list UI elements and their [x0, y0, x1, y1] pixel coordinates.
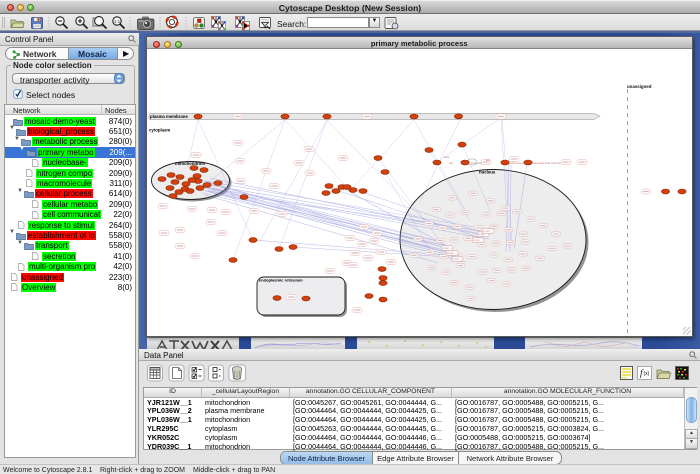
svg-text:xx xxx: xx xxx [473, 240, 480, 242]
svg-text:xx xxx: xx xxx [478, 234, 485, 236]
svg-text:xx xxx: xx xxx [452, 259, 459, 261]
svg-text:nucleus: nucleus [479, 170, 496, 175]
svg-text:xxxx: xxxx [444, 156, 450, 159]
svg-text:xxxx xxxxx xxxx xxxx xxx: xxxx xxxxx xxxx xxxx xxx [532, 162, 562, 165]
svg-text:cytoplasm: cytoplasm [149, 128, 170, 133]
svg-text:xx xxx: xx xxx [442, 248, 449, 250]
svg-text:1:1: 1:1 [114, 19, 121, 24]
svg-text:plasma membrane: plasma membrane [150, 114, 188, 119]
svg-text:xxx: xxx [449, 162, 454, 165]
svg-text:(x): (x) [644, 371, 650, 377]
svg-text:xx xxx: xx xxx [483, 231, 490, 233]
svg-text:mitochondrion: mitochondrion [175, 161, 205, 166]
svg-text:endoplasmic reticulum: endoplasmic reticulum [259, 278, 303, 283]
svg-text:unassigned: unassigned [627, 84, 652, 89]
svg-text:xx xxx: xx xxx [447, 253, 454, 255]
